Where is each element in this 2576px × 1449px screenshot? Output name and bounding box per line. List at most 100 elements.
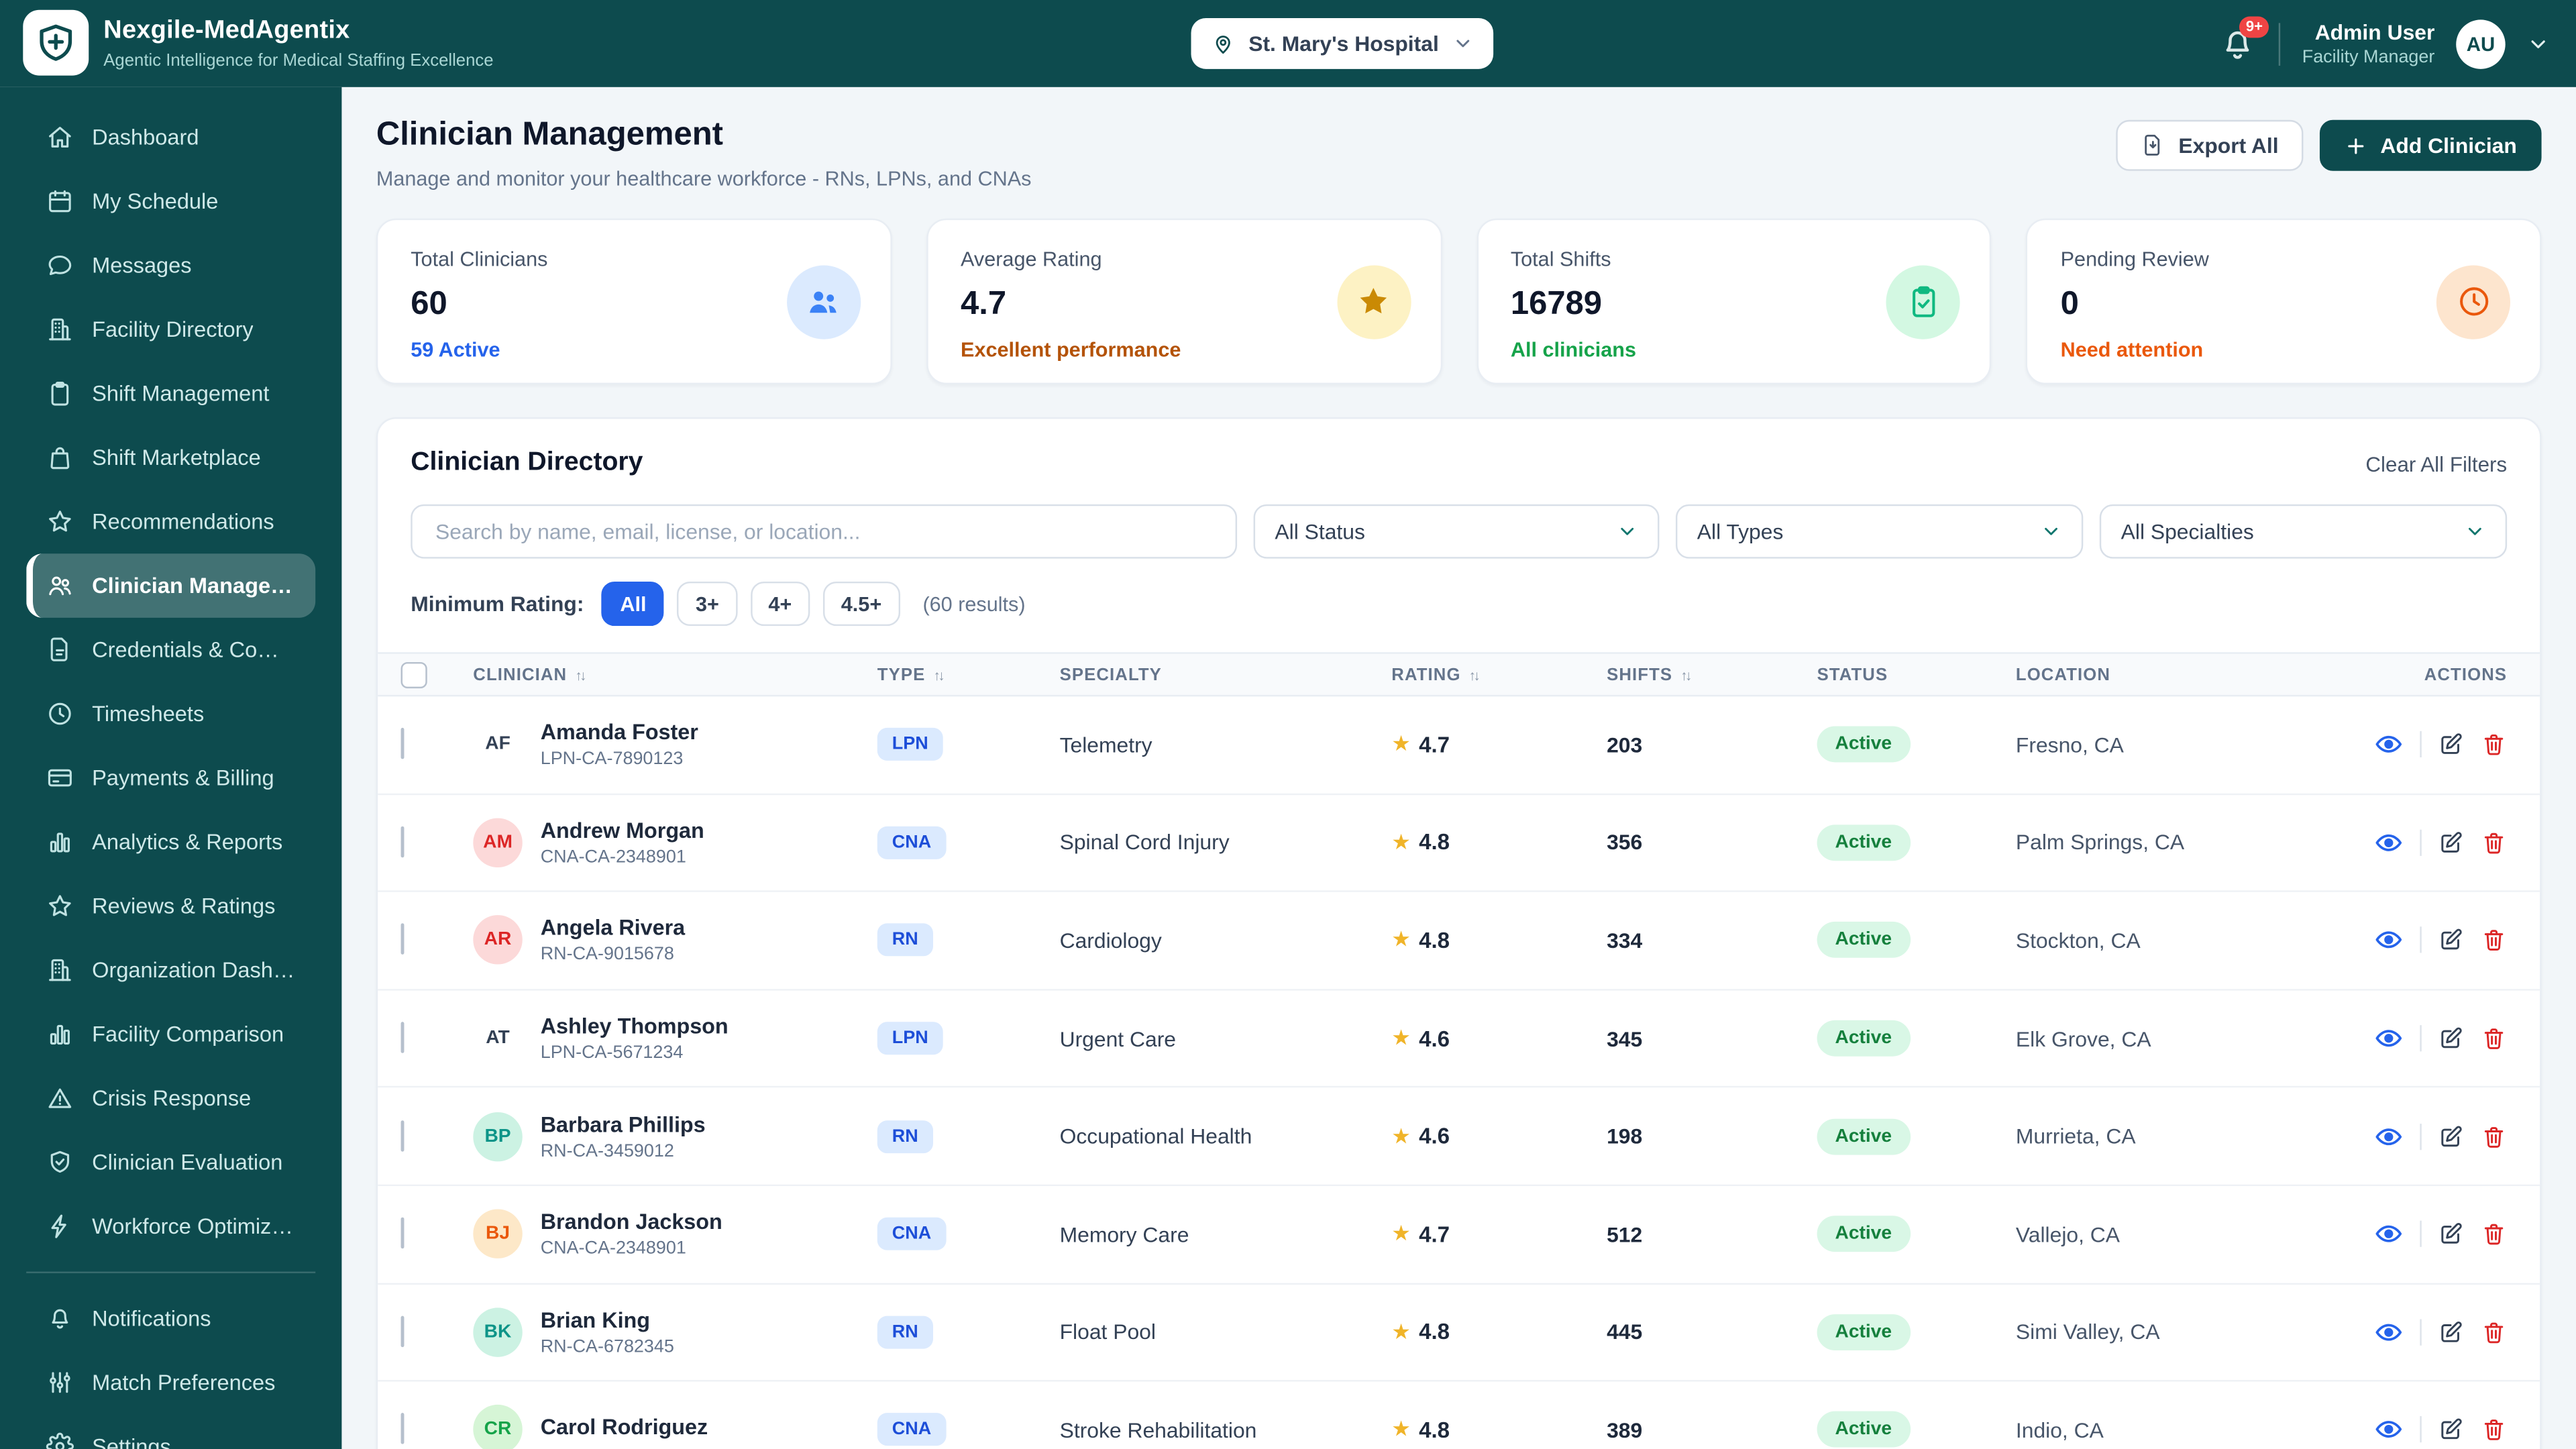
sidebar-item[interactable]: Recommendations: [26, 490, 315, 554]
minimum-rating-row: Minimum Rating: All 3+ 4+ 4.5+ (60 resul…: [411, 581, 2507, 627]
delete-button[interactable]: [2481, 1123, 2507, 1149]
clinician-license: CNA-CA-2348901: [540, 847, 686, 867]
notifications-button[interactable]: 9+: [2218, 15, 2269, 64]
facility-selector[interactable]: St. Mary's Hospital: [1191, 17, 1493, 69]
row-checkbox[interactable]: [400, 1218, 405, 1249]
stat-label: Pending Review: [2060, 248, 2209, 272]
sidebar-item[interactable]: Workforce Optimization: [26, 1194, 315, 1258]
user-avatar[interactable]: AU: [2456, 19, 2506, 68]
sidebar-item[interactable]: Payments & Billing: [26, 746, 315, 810]
row-checkbox[interactable]: [400, 728, 405, 760]
shifts-cell: 334: [1607, 928, 1643, 953]
sidebar-nav: Dashboard My Schedule Messages Facility …: [26, 105, 316, 1258]
rating-filter-chip[interactable]: 3+: [678, 581, 737, 627]
column-header-type[interactable]: Type ↑↓: [877, 665, 1060, 684]
type-filter-select[interactable]: All Types: [1675, 504, 2084, 559]
clear-all-filters-link[interactable]: Clear All Filters: [2365, 451, 2507, 476]
sidebar-item[interactable]: Facility Directory: [26, 297, 315, 362]
row-checkbox[interactable]: [400, 1413, 405, 1445]
view-button[interactable]: [2374, 730, 2404, 759]
view-button[interactable]: [2374, 1122, 2404, 1151]
sidebar-item[interactable]: Notifications: [26, 1287, 315, 1351]
sidebar-item[interactable]: Credentials & Compliance: [26, 618, 315, 682]
view-button[interactable]: [2374, 828, 2404, 857]
view-button[interactable]: [2374, 1220, 2404, 1249]
status-filter-select[interactable]: All Status: [1253, 504, 1660, 559]
bag-icon: [46, 443, 74, 472]
sidebar-item[interactable]: Timesheets: [26, 682, 315, 746]
column-header-clinician[interactable]: Clinician ↑↓: [473, 665, 877, 684]
delete-button[interactable]: [2481, 1025, 2507, 1051]
rating-filter-chip[interactable]: 4.5+: [822, 581, 900, 627]
sidebar-item[interactable]: Facility Comparison: [26, 1002, 315, 1067]
column-header-shifts[interactable]: Shifts ↑↓: [1607, 665, 1817, 684]
sidebar-item[interactable]: Organization Dashboard: [26, 938, 315, 1002]
edit-button[interactable]: [2438, 927, 2464, 953]
sidebar-item[interactable]: Match Preferences: [26, 1350, 315, 1415]
view-button[interactable]: [2374, 1415, 2404, 1445]
results-count: (60 results): [922, 592, 1026, 616]
chevron-down-icon: [1617, 521, 1638, 542]
sidebar-item[interactable]: Clinician Evaluation: [26, 1130, 315, 1195]
delete-button[interactable]: [2481, 1417, 2507, 1443]
row-checkbox[interactable]: [400, 1316, 405, 1347]
sidebar-item[interactable]: Crisis Response: [26, 1066, 315, 1130]
sidebar-item[interactable]: Shift Marketplace: [26, 425, 315, 490]
delete-button[interactable]: [2481, 732, 2507, 758]
type-badge: CNA: [877, 1413, 947, 1447]
clinician-license: RN-CA-6782345: [540, 1337, 674, 1357]
specialty-cell: Urgent Care: [1059, 1026, 1177, 1051]
stats-row: Total Clinicians 60 59 Active Average Ra…: [376, 218, 2542, 385]
delete-button[interactable]: [2481, 1221, 2507, 1247]
sidebar-item[interactable]: Settings: [26, 1415, 315, 1449]
alert-triangle-icon: [46, 1084, 74, 1112]
sidebar-item[interactable]: Shift Management: [26, 362, 315, 426]
specialty-filter-select[interactable]: All Specialties: [2099, 504, 2508, 559]
location-cell: Vallejo, CA: [2015, 1222, 2121, 1247]
row-checkbox[interactable]: [400, 1022, 405, 1053]
delete-button[interactable]: [2481, 927, 2507, 953]
delete-button[interactable]: [2481, 1319, 2507, 1345]
rating-filter-chip[interactable]: All: [602, 581, 665, 627]
sidebar-item[interactable]: Reviews & Ratings: [26, 874, 315, 938]
star-icon: ★: [1391, 1319, 1411, 1344]
actions-cell: [2323, 1024, 2507, 1053]
column-header-rating[interactable]: Rating ↑↓: [1391, 665, 1607, 684]
stat-subtext: All clinicians: [1510, 338, 1636, 362]
delete-button[interactable]: [2481, 829, 2507, 855]
search-input[interactable]: [432, 517, 1216, 546]
sidebar-item[interactable]: Messages: [26, 233, 315, 298]
rating-filter-chip[interactable]: 4+: [750, 581, 810, 627]
sidebar-item[interactable]: Analytics & Reports: [26, 810, 315, 874]
sidebar-item[interactable]: Clinician Management: [26, 553, 316, 618]
rating-cell: ★ 4.8: [1391, 927, 1450, 953]
edit-button[interactable]: [2438, 1221, 2464, 1247]
edit-button[interactable]: [2438, 1319, 2464, 1345]
rating-cell: ★ 4.8: [1391, 1417, 1450, 1443]
row-checkbox[interactable]: [400, 1120, 405, 1151]
sidebar-item[interactable]: My Schedule: [26, 169, 315, 233]
shifts-cell: 203: [1607, 732, 1643, 757]
sidebar-item[interactable]: Dashboard: [26, 105, 315, 170]
edit-button[interactable]: [2438, 1417, 2464, 1443]
view-button[interactable]: [2374, 1318, 2404, 1347]
view-button[interactable]: [2374, 1024, 2404, 1053]
edit-button[interactable]: [2438, 1123, 2464, 1149]
view-button[interactable]: [2374, 926, 2404, 955]
row-checkbox[interactable]: [400, 924, 405, 956]
row-checkbox[interactable]: [400, 826, 405, 858]
user-menu-chevron-icon[interactable]: [2527, 32, 2550, 55]
edit-button[interactable]: [2438, 1025, 2464, 1051]
star-icon: ★: [1391, 927, 1411, 953]
edit-button[interactable]: [2438, 829, 2464, 855]
actions-cell: [2323, 828, 2507, 857]
add-clinician-button[interactable]: Add Clinician: [2319, 119, 2542, 171]
type-badge: CNA: [877, 826, 947, 859]
filter-row: All Status All Types All Specialties: [411, 504, 2508, 559]
actions-divider: [2420, 1123, 2422, 1150]
select-all-checkbox[interactable]: [400, 661, 427, 688]
edit-button[interactable]: [2438, 732, 2464, 758]
type-badge: RN: [877, 1316, 933, 1349]
stat-card: Pending Review 0 Need attention: [2026, 218, 2542, 385]
export-all-button[interactable]: Export All: [2116, 119, 2304, 171]
